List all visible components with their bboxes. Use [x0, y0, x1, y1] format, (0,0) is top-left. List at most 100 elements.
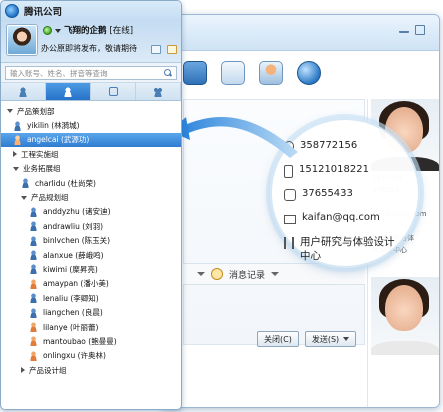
person-icon — [21, 178, 30, 189]
tree-label: lenaliu (李卿知) — [43, 293, 99, 303]
search-icon[interactable] — [163, 68, 174, 78]
add-contact-icon[interactable] — [259, 61, 283, 85]
person-icon — [18, 86, 28, 97]
tree-label: onlingxu (许奥林) — [43, 351, 106, 361]
people-icon — [153, 86, 163, 97]
chat-toolbar — [183, 55, 321, 95]
tree-group[interactable]: 产品规划组 — [1, 190, 181, 204]
qq-icon — [284, 141, 294, 154]
tree-group[interactable]: 业务拓展组 — [1, 162, 181, 176]
tab-organization[interactable] — [46, 83, 91, 100]
person-icon — [29, 278, 38, 289]
tree-group[interactable]: 工程实施组 — [1, 147, 181, 161]
collapse-arrow-icon[interactable] — [13, 151, 17, 158]
lens-row-phone: 37655433 — [284, 187, 414, 211]
tree-contact[interactable]: liangchen (良晨) — [1, 305, 181, 319]
online-status-icon[interactable] — [43, 26, 52, 35]
tree-contact[interactable]: charlidu (杜尚荣) — [1, 176, 181, 190]
globe-icon[interactable] — [297, 61, 321, 85]
org-tree: 产品策划部 yikilin (林漪城) angelcai (武源功) 工程实施组业务拓… — [1, 101, 181, 377]
message-icon[interactable] — [221, 61, 245, 85]
person-icon — [29, 322, 38, 333]
tree-label: angelcai (武源功) — [27, 135, 90, 145]
tree-contact[interactable]: onlingxu (许奥林) — [1, 349, 181, 363]
email-icon[interactable] — [183, 61, 207, 85]
dropdown-arrow-icon[interactable] — [197, 272, 205, 276]
message-record-link[interactable]: 消息记录 — [229, 268, 265, 281]
tree-contact[interactable]: alanxue (薛峨鸣) — [1, 248, 181, 262]
panel-tabs — [1, 83, 181, 101]
contact-panel: 腾讯公司 飞翔的企鹅 [在线] 办公原即将发布，敬请期待 输入账号、姓名、拼音等… — [0, 0, 182, 410]
send-options-icon[interactable] — [343, 337, 350, 341]
tree-label: lilanye (叶丽蕾) — [43, 322, 99, 332]
signature[interactable]: 办公原即将发布，敬请期待 — [41, 43, 149, 54]
mobile-icon — [284, 165, 293, 178]
person-icon — [29, 336, 38, 347]
tab-recent[interactable] — [91, 83, 136, 100]
chat-actions: 关闭(C) 发送(S) — [257, 331, 357, 347]
person-icon — [29, 293, 38, 304]
self-photo — [371, 277, 439, 355]
close-button[interactable]: 关闭(C) — [257, 331, 299, 347]
user-name: 飞翔的企鹅 — [64, 26, 107, 36]
tree-contact[interactable]: amaypan (潘小美) — [1, 277, 181, 291]
profile-card-icon[interactable] — [151, 45, 161, 54]
person-icon — [29, 350, 38, 361]
tree-contact[interactable]: lilanye (叶丽蕾) — [1, 320, 181, 334]
lens-email: kaifan@qq.com — [302, 212, 380, 223]
tree-label: 产品规划组 — [31, 193, 69, 203]
expand-arrow-icon[interactable] — [21, 195, 27, 200]
tree-label: 产品设计组 — [29, 365, 67, 375]
tree-label: binlvchen (陈玉关) — [43, 236, 111, 246]
tree-label: 业务拓展组 — [23, 164, 61, 174]
minimize-icon[interactable] — [399, 25, 409, 33]
lens-contact-card: 358772156 15121018221 37655433 kaifan@qq… — [284, 139, 414, 262]
search-input[interactable]: 输入账号、姓名、拼音等查询 — [5, 66, 177, 80]
expand-arrow-icon[interactable] — [13, 166, 19, 171]
tree-contact[interactable]: mantoubao (鲍曼曼) — [1, 334, 181, 348]
tree-contact[interactable]: lenaliu (李卿知) — [1, 291, 181, 305]
lens-row-qq: 358772156 — [284, 139, 414, 163]
tree-label: yikilin (林漪城) — [27, 121, 80, 131]
tree-contact[interactable]: andrawliu (刘羽) — [1, 219, 181, 233]
send-label: 发送(S) — [311, 334, 340, 344]
phone-icon — [284, 189, 296, 201]
status-caret-icon[interactable] — [55, 28, 61, 33]
clock-icon — [211, 268, 223, 280]
user-header: 飞翔的企鹅 [在线] 办公原即将发布，敬请期待 — [1, 21, 181, 63]
chat-titlebar — [161, 15, 439, 51]
lens-row-dept: 用户研究与体验设计中心 — [284, 235, 414, 262]
tree-contact[interactable]: kiwimi (糜昇亮) — [1, 262, 181, 276]
lens-row-mobile: 15121018221 — [284, 163, 414, 187]
tree-label: 产品策划部 — [17, 106, 55, 116]
tree-label: liangchen (良晨) — [43, 308, 103, 318]
tab-groups[interactable] — [136, 83, 181, 100]
search-bar: 输入账号、姓名、拼音等查询 — [1, 63, 181, 83]
person-icon — [29, 307, 38, 318]
collapse-arrow-icon[interactable] — [21, 367, 25, 374]
tree-contact[interactable]: anddyzhu (诸安迪) — [1, 205, 181, 219]
tree-label: 工程实施组 — [21, 149, 59, 159]
dropdown-arrow-icon[interactable] — [271, 272, 280, 276]
tree-label: mantoubao (鲍曼曼) — [43, 336, 117, 346]
person-icon — [29, 221, 38, 232]
tree-contact[interactable]: yikilin (林漪城) — [1, 118, 181, 132]
tree-group[interactable]: 产品设计组 — [1, 363, 181, 377]
maximize-icon[interactable] — [415, 25, 425, 35]
group-icon — [63, 86, 73, 97]
tree-label: anddyzhu (诸安迪) — [43, 207, 111, 217]
tree-group[interactable]: 产品策划部 — [1, 104, 181, 118]
lens-row-mail: kaifan@qq.com — [284, 211, 414, 235]
avatar[interactable] — [7, 25, 37, 55]
tree-label: alanxue (薛峨鸣) — [43, 250, 104, 260]
mailbox-icon[interactable] — [167, 45, 177, 54]
tree-label: amaypan (潘小美) — [43, 279, 109, 289]
lens-qq-number: 358772156 — [300, 140, 358, 151]
tree-label: charlidu (杜尚荣) — [35, 178, 96, 188]
tree-contact[interactable]: binlvchen (陈玉关) — [1, 234, 181, 248]
expand-arrow-icon[interactable] — [7, 109, 13, 114]
send-button[interactable]: 发送(S) — [304, 331, 357, 347]
lens-department: 用户研究与体验设计中心 — [300, 236, 395, 262]
tab-contacts[interactable] — [1, 83, 46, 100]
tree-contact[interactable]: angelcai (武源功) — [1, 132, 181, 148]
